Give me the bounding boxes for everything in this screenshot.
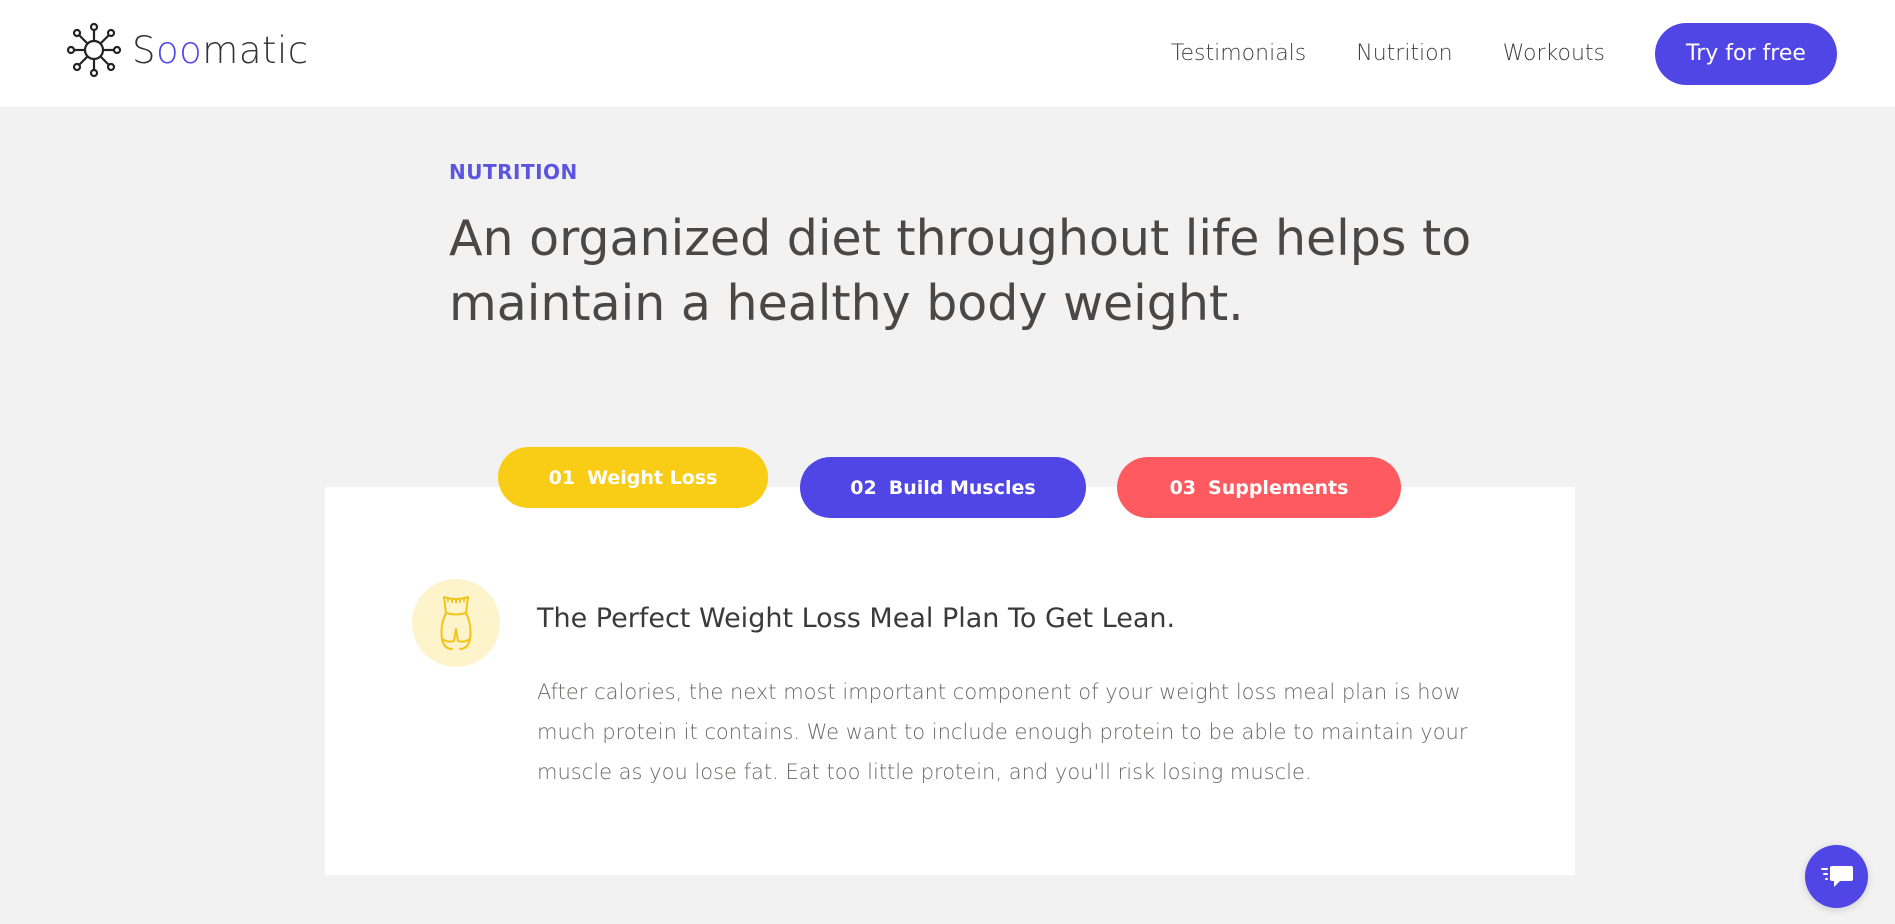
site-header: Soomatic Testimonials Nutrition Workouts… [0, 0, 1895, 108]
tab-number: 02 [850, 476, 877, 499]
feature-body: After calories, the next most important … [537, 680, 1468, 784]
nav-link-testimonials[interactable]: Testimonials [1171, 41, 1306, 66]
try-for-free-button[interactable]: Try for free [1655, 22, 1837, 85]
chat-icon [1820, 865, 1853, 887]
logo-text: Soomatic [132, 28, 309, 72]
section-eyebrow: NUTRITION [449, 160, 578, 184]
tab-number: 03 [1169, 476, 1197, 499]
logo[interactable]: Soomatic [64, 20, 309, 80]
nav-link-workouts[interactable]: Workouts [1503, 41, 1605, 66]
tab-weight-loss[interactable]: 01 Weight Loss [498, 447, 768, 508]
tab-label: Build Muscles [888, 476, 1036, 499]
tab-label: Supplements [1208, 476, 1349, 499]
nav-link-nutrition[interactable]: Nutrition [1356, 41, 1452, 66]
tab-number: 01 [548, 466, 576, 489]
waist-measure-icon [412, 579, 500, 667]
chat-button[interactable] [1805, 845, 1868, 908]
tab-label: Weight Loss [587, 466, 718, 489]
tab-supplements[interactable]: 03 Supplements [1117, 457, 1401, 518]
main-nav: Testimonials Nutrition Workouts Try for … [1171, 0, 1895, 107]
logo-mark-icon [66, 22, 122, 78]
section-headline: An organized diet throughout life helps … [449, 210, 1472, 332]
feature-title: The Perfect Weight Loss Meal Plan To Get… [537, 603, 1176, 634]
tab-build-muscles[interactable]: 02 Build Muscles [800, 457, 1086, 518]
